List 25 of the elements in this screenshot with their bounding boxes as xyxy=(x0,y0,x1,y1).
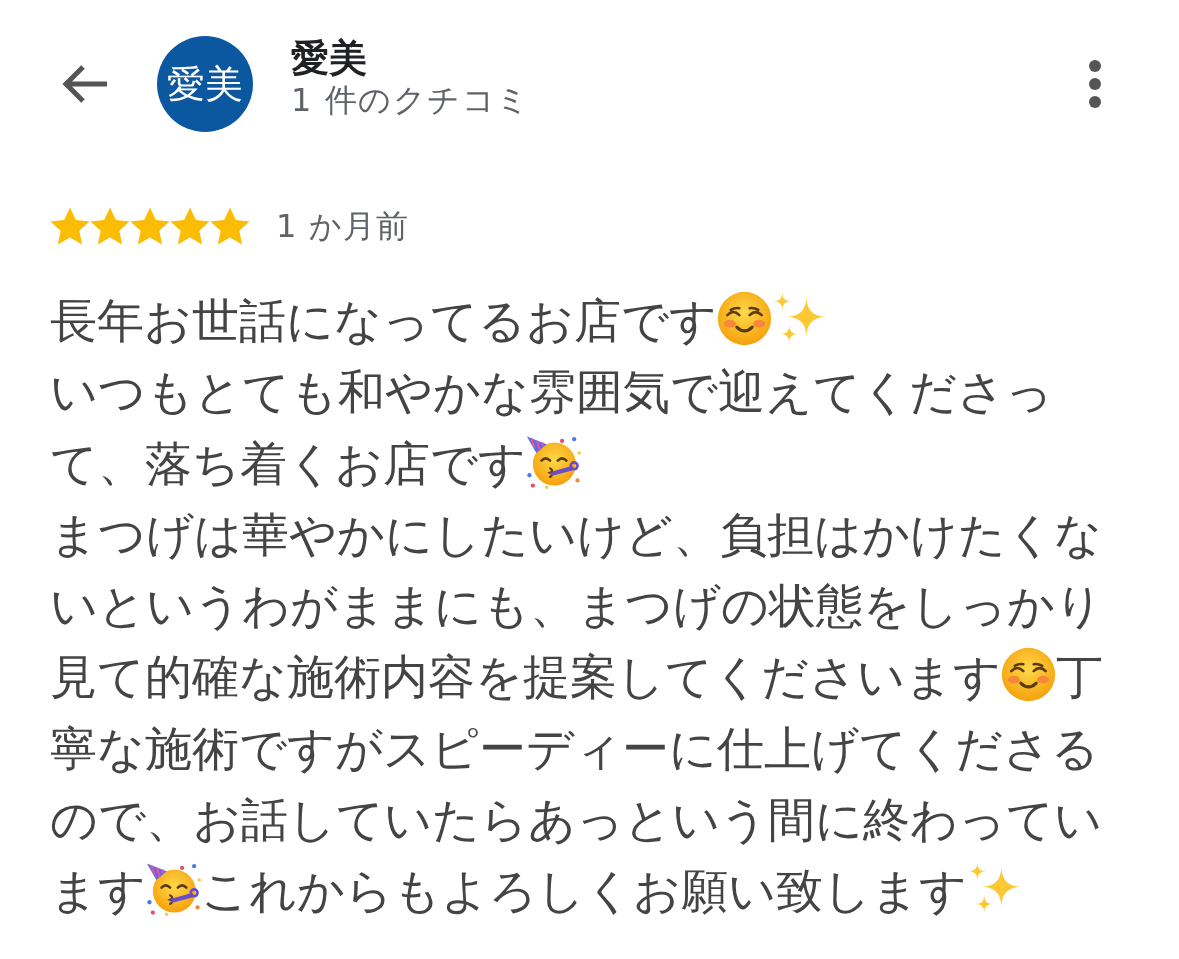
smiling-face-icon xyxy=(1001,647,1056,703)
review-text: ので、お話していたらあっという間に終わってい xyxy=(50,793,1102,848)
star-icon xyxy=(50,207,90,245)
review-text: 見て的確な施術内容を提案してくださいます xyxy=(50,650,1001,705)
star-icon xyxy=(130,207,170,245)
smiling-face-icon xyxy=(717,291,772,346)
review-text: ます xyxy=(50,864,146,919)
review-text: これからもよろしくお願い致します xyxy=(201,864,967,919)
reviewer-name: 愛美 xyxy=(291,38,368,81)
review-time: 1 か月前 xyxy=(276,206,409,247)
back-icon[interactable] xyxy=(61,64,109,104)
star-icon xyxy=(90,207,130,245)
more-options-icon[interactable] xyxy=(1087,60,1103,108)
star-icon xyxy=(210,207,250,245)
review-text: いつもとても和やかな雰囲気で迎えてくださっ xyxy=(50,365,1053,420)
party-face-icon xyxy=(146,861,201,917)
star-icon xyxy=(170,207,210,245)
review-text: まつげは華やかにしたいけど、負担はかけたくな xyxy=(50,507,1102,562)
review-count: 1 件のクチコミ xyxy=(291,80,532,122)
avatar: 愛美 xyxy=(157,36,253,132)
review-text: 長年お世話になってるお店です xyxy=(50,294,717,348)
review-text: て、落ち着くお店です xyxy=(50,436,526,491)
review-text: いというわがままにも、まつげの状態をしっかり xyxy=(50,579,1103,634)
review-text: 丁 xyxy=(1056,650,1103,705)
review-text: 寧な施術ですがスピーディーに仕上げてくださる xyxy=(50,721,1099,776)
